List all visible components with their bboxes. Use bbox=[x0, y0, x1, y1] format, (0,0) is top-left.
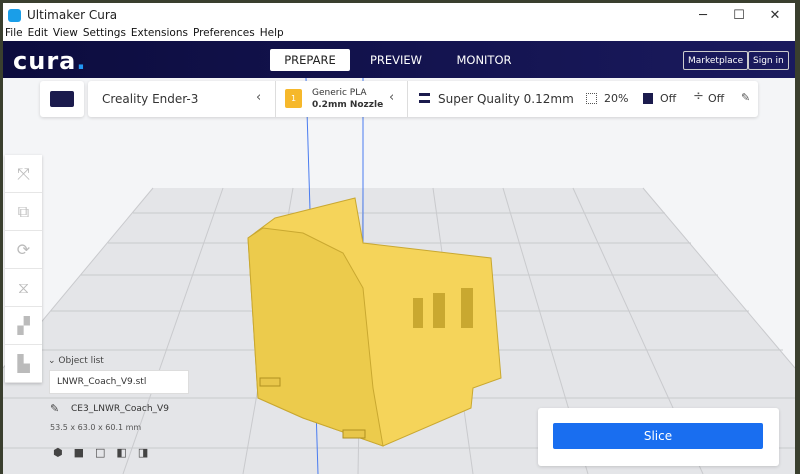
nozzle-size: 0.2mm Nozzle bbox=[312, 100, 384, 110]
profile-icon bbox=[419, 93, 430, 103]
printer-name: Creality Ender-3 bbox=[102, 92, 199, 106]
adhesion-value: Off bbox=[708, 92, 725, 105]
slice-button[interactable]: Slice bbox=[553, 423, 763, 449]
cura-brand-logo: cura. bbox=[13, 47, 87, 75]
tab-preview[interactable]: PREVIEW bbox=[356, 49, 436, 71]
chevron-left-icon: ‹ bbox=[389, 90, 395, 105]
object-list-item[interactable]: LNWR_Coach_V9.stl bbox=[49, 370, 189, 394]
minimize-button[interactable]: ─ bbox=[685, 3, 721, 27]
menu-settings[interactable]: Settings bbox=[83, 27, 126, 41]
cura-window: Ultimaker Cura ─ ☐ ✕ File Edit View Sett… bbox=[3, 3, 795, 474]
tool-panel: ⤧ ⧉ ⟳ ⧖ ▞ ▙ bbox=[5, 155, 42, 383]
front-view-icon[interactable]: ■ bbox=[74, 446, 84, 459]
adhesion-icon: ÷ bbox=[693, 89, 704, 104]
model-dimensions: 53.5 x 63.0 x 60.1 mm bbox=[50, 423, 142, 432]
infill-value: 20% bbox=[604, 92, 629, 105]
printer-selector[interactable]: Creality Ender-3 ‹ bbox=[88, 81, 273, 117]
left-view-icon[interactable]: ◧ bbox=[116, 446, 126, 459]
material-selector[interactable]: 1 Generic PLA 0.2mm Nozzle ‹ bbox=[275, 81, 405, 117]
3d-view-icon[interactable]: ⬢ bbox=[53, 446, 63, 459]
menu-preferences[interactable]: Preferences bbox=[193, 27, 255, 41]
sign-in-button[interactable]: Sign in bbox=[748, 51, 789, 70]
folder-icon bbox=[50, 91, 74, 107]
pencil-icon[interactable]: ✎ bbox=[741, 91, 750, 104]
settings-toolbar: Creality Ender-3 ‹ 1 Generic PLA 0.2mm N… bbox=[88, 81, 758, 117]
menu-help[interactable]: Help bbox=[260, 27, 284, 41]
support-icon bbox=[643, 93, 653, 104]
cura-logo-icon bbox=[8, 8, 21, 22]
object-list-toggle[interactable]: ⌄ Object list bbox=[48, 356, 104, 366]
extruder-badge-icon: 1 bbox=[285, 89, 302, 108]
menu-view[interactable]: View bbox=[53, 27, 78, 41]
per-model-settings-icon[interactable]: ▞ bbox=[5, 307, 42, 345]
menu-bar: File Edit View Settings Extensions Prefe… bbox=[3, 27, 795, 41]
support-value: Off bbox=[660, 92, 677, 105]
top-view-icon[interactable]: □ bbox=[95, 446, 105, 459]
move-tool-icon[interactable]: ⤧ bbox=[5, 155, 42, 193]
mirror-tool-icon[interactable]: ⧖ bbox=[5, 269, 42, 307]
menu-extensions[interactable]: Extensions bbox=[131, 27, 188, 41]
tab-prepare[interactable]: PREPARE bbox=[270, 49, 350, 71]
right-view-icon[interactable]: ◨ bbox=[138, 446, 148, 459]
menu-file[interactable]: File bbox=[5, 27, 23, 41]
job-name[interactable]: CE3_LNWR_Coach_V9 bbox=[71, 404, 169, 414]
pencil-icon[interactable]: ✎ bbox=[50, 402, 59, 415]
scale-tool-icon[interactable]: ⧉ bbox=[5, 193, 42, 231]
open-file-button[interactable] bbox=[40, 81, 84, 117]
slice-panel: Slice bbox=[538, 408, 779, 466]
chevron-left-icon: ‹ bbox=[256, 90, 262, 105]
menu-edit[interactable]: Edit bbox=[28, 27, 48, 41]
header-bar: cura. PREPARE PREVIEW MONITOR Marketplac… bbox=[3, 41, 795, 78]
rotate-tool-icon[interactable]: ⟳ bbox=[5, 231, 42, 269]
tab-monitor[interactable]: MONITOR bbox=[444, 49, 524, 71]
window-title: Ultimaker Cura bbox=[27, 8, 118, 22]
support-blocker-icon[interactable]: ▙ bbox=[5, 345, 42, 383]
infill-icon bbox=[586, 93, 597, 104]
material-name: Generic PLA bbox=[312, 88, 367, 98]
marketplace-button[interactable]: Marketplace bbox=[683, 51, 749, 70]
profile-name: Super Quality 0.12mm bbox=[438, 92, 574, 106]
maximize-button[interactable]: ☐ bbox=[721, 3, 757, 27]
object-list-title: Object list bbox=[58, 356, 104, 366]
print-settings-selector[interactable]: Super Quality 0.12mm 20% Off ÷ Off ✎ bbox=[407, 81, 758, 117]
title-bar: Ultimaker Cura ─ ☐ ✕ bbox=[3, 3, 795, 27]
close-button[interactable]: ✕ bbox=[757, 3, 793, 27]
